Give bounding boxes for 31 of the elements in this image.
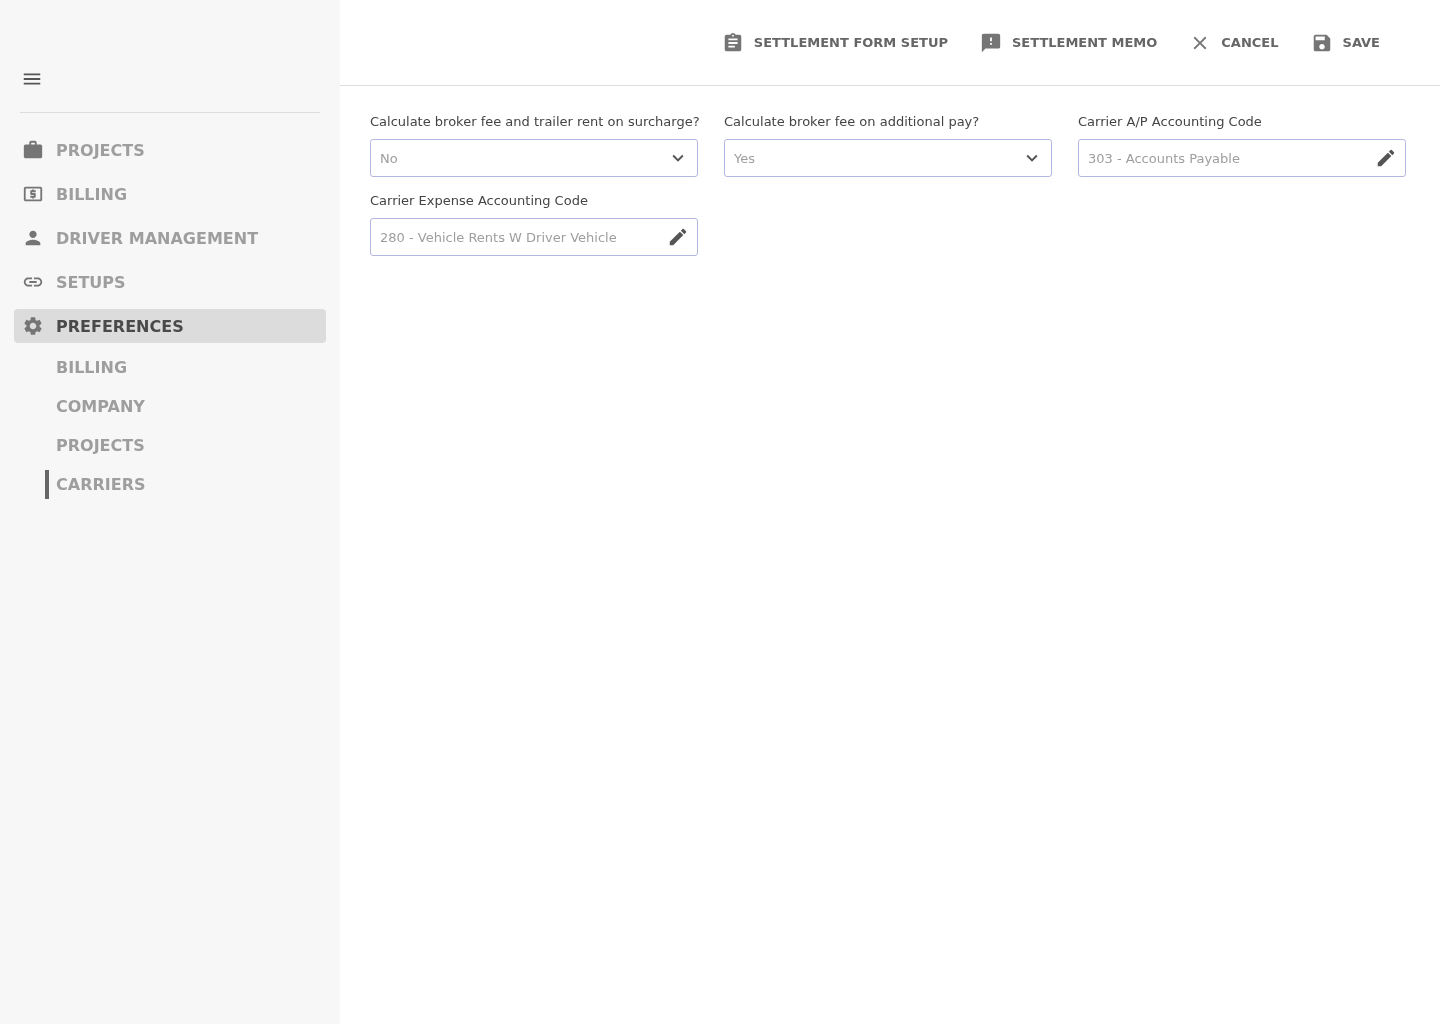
input-field[interactable]: 303 - Accounts Payable [1078,139,1406,177]
input-field[interactable]: 280 - Vehicle Rents W Driver Vehicle [370,218,698,256]
field-label: Calculate broker fee on additional pay? [724,114,981,129]
sidebar-item[interactable]: PROJECTS [14,133,326,167]
sidebar-item[interactable]: DRIVER MANAGEMENT [14,221,326,255]
sidebar-label: SETUPS [56,272,126,292]
select-field[interactable]: No [370,139,698,177]
sidebar-label: PREFERENCES [56,316,184,336]
pencil-icon [667,226,689,248]
sidebar-label: PROJECTS [56,140,145,160]
memo-icon [980,31,1002,54]
field-label: Calculate broker fee and trailer rent on surcharge? [370,114,698,129]
sidebar-label: BILLING [56,184,127,204]
toolbar-button[interactable]: SETTLEMENT MEMO [980,31,1158,54]
sidebar-item[interactable]: PREFERENCES [14,309,326,343]
sidebar-subitem[interactable]: BILLING [45,353,326,382]
toolbar-button[interactable]: CANCEL [1189,31,1279,54]
toolbar-button[interactable]: SETTLEMENT FORM SETUP [721,31,948,54]
sidebar-item[interactable]: SETUPS [14,265,326,299]
briefcase-icon [22,139,44,161]
field-label: Carrier A/P Accounting Code [1078,114,1263,129]
sidebar-label: DRIVER MANAGEMENT [56,228,259,248]
field-label: Carrier Expense Accounting Code [370,193,589,208]
pencil-icon [1375,147,1397,169]
sidebar-subitem[interactable]: COMPANY [45,392,326,421]
sidebar-item[interactable]: BILLING [14,177,326,211]
settings-icon [22,315,44,337]
select-field[interactable]: Yes [724,139,1052,177]
toolbar-button[interactable]: SAVE [1310,31,1380,54]
sidebar-subitem[interactable]: PROJECTS [45,431,326,460]
sidebar-subitem[interactable]: CARRIERS [45,470,326,499]
